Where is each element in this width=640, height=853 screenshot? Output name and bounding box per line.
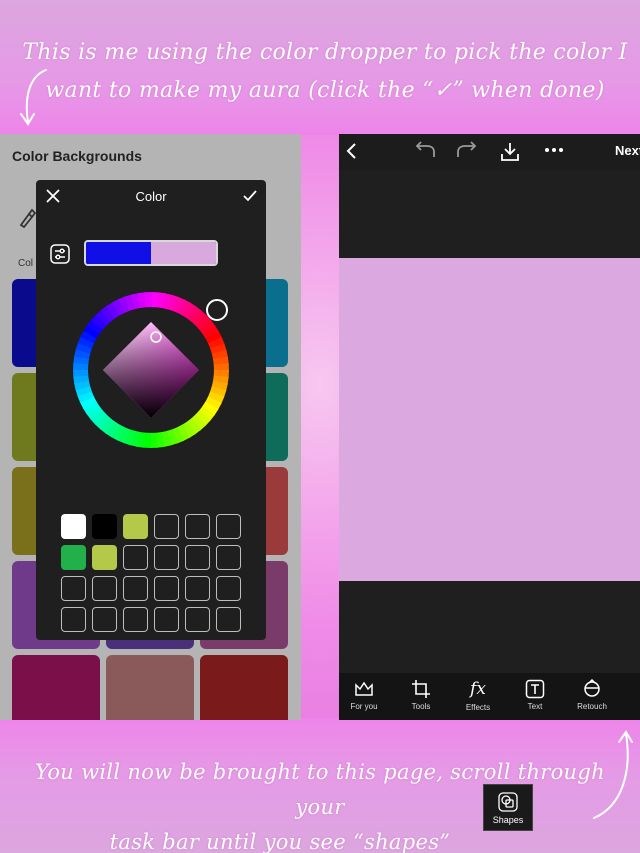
screen-title: Color Backgrounds: [12, 148, 142, 164]
top-caption: This is me using the color dropper to pi…: [20, 34, 630, 110]
tool-for-you[interactable]: For you: [339, 679, 389, 711]
empty-color-slot[interactable]: [154, 576, 179, 601]
tool-bar: For you Tools fx Effects Text Retouch: [339, 673, 640, 720]
saved-color-swatch[interactable]: [123, 514, 148, 539]
text-icon: [525, 679, 545, 699]
tool-retouch[interactable]: Retouch: [567, 679, 617, 711]
download-icon[interactable]: [499, 141, 521, 163]
tool-label: Tools: [411, 702, 431, 711]
background-swatch[interactable]: [12, 655, 100, 720]
saved-color-swatch[interactable]: [92, 514, 117, 539]
curved-arrow-icon: [20, 69, 47, 126]
canvas-padding-top: [339, 170, 640, 258]
editor-screen: Next For you Tools fx Effects Text: [339, 134, 640, 720]
undo-icon[interactable]: [413, 141, 437, 161]
empty-color-slot[interactable]: [154, 514, 179, 539]
color-preview: [84, 240, 218, 266]
empty-color-slot[interactable]: [92, 607, 117, 632]
background-swatch[interactable]: [200, 655, 288, 720]
saved-color-swatch[interactable]: [92, 545, 117, 570]
check-icon[interactable]: [241, 187, 259, 205]
tool-label: For you: [350, 702, 378, 711]
shapes-icon: [498, 792, 518, 812]
selected-color: [151, 242, 216, 264]
fx-icon: fx: [470, 679, 486, 699]
shapes-tool-chip: Shapes: [483, 784, 533, 831]
tool-label: Retouch: [577, 702, 607, 711]
canvas-padding-bottom: [339, 581, 640, 673]
back-icon[interactable]: [345, 141, 359, 161]
empty-color-slot[interactable]: [61, 576, 86, 601]
color-backgrounds-screen: Color Backgrounds Col Color: [0, 134, 301, 720]
sliders-icon[interactable]: [50, 244, 70, 264]
empty-color-slot[interactable]: [216, 514, 241, 539]
section-label: Col: [18, 258, 34, 269]
empty-color-slot[interactable]: [185, 607, 210, 632]
retouch-icon: [584, 679, 600, 697]
empty-color-slot[interactable]: [216, 607, 241, 632]
empty-color-slot[interactable]: [123, 545, 148, 570]
dialog-header: Color: [36, 180, 266, 212]
top-caption-line-1: This is me using the color dropper to pi…: [22, 40, 628, 65]
saved-color-swatch[interactable]: [61, 545, 86, 570]
tool-label: Text: [527, 702, 543, 711]
saved-color-swatch[interactable]: [61, 514, 86, 539]
color-wheel[interactable]: [73, 292, 229, 448]
crown-icon: [355, 681, 373, 696]
editor-topbar: Next: [339, 134, 640, 170]
empty-color-slot[interactable]: [216, 545, 241, 570]
empty-color-slot[interactable]: [92, 576, 117, 601]
dialog-title: Color: [135, 189, 167, 204]
curved-arrow-icon: [593, 730, 633, 819]
empty-color-slot[interactable]: [123, 576, 148, 601]
empty-color-slot[interactable]: [123, 607, 148, 632]
aura-canvas[interactable]: [339, 258, 640, 581]
more-icon[interactable]: [543, 146, 565, 154]
color-dropper-icon[interactable]: [18, 206, 36, 228]
tool-tools[interactable]: Tools: [396, 679, 446, 711]
empty-color-slot[interactable]: [61, 607, 86, 632]
top-caption-line-2: want to make my aura (click the “✓” when…: [45, 78, 605, 103]
empty-color-slot[interactable]: [154, 545, 179, 570]
previous-color: [86, 242, 151, 264]
tool-label: Effects: [465, 703, 491, 712]
background-swatch[interactable]: [106, 655, 194, 720]
shapes-label: Shapes: [492, 815, 524, 825]
empty-color-slot[interactable]: [185, 576, 210, 601]
saved-colors-grid: [61, 514, 241, 632]
crop-icon: [412, 680, 430, 698]
hue-selector-icon[interactable]: [206, 299, 228, 321]
empty-color-slot[interactable]: [154, 607, 179, 632]
tool-effects[interactable]: fx Effects: [453, 679, 503, 712]
next-button[interactable]: Next: [615, 143, 640, 158]
redo-icon[interactable]: [455, 141, 479, 161]
empty-color-slot[interactable]: [216, 576, 241, 601]
empty-color-slot[interactable]: [185, 514, 210, 539]
empty-color-slot[interactable]: [185, 545, 210, 570]
tool-text[interactable]: Text: [510, 679, 560, 711]
color-picker-dialog: Color: [36, 180, 266, 640]
